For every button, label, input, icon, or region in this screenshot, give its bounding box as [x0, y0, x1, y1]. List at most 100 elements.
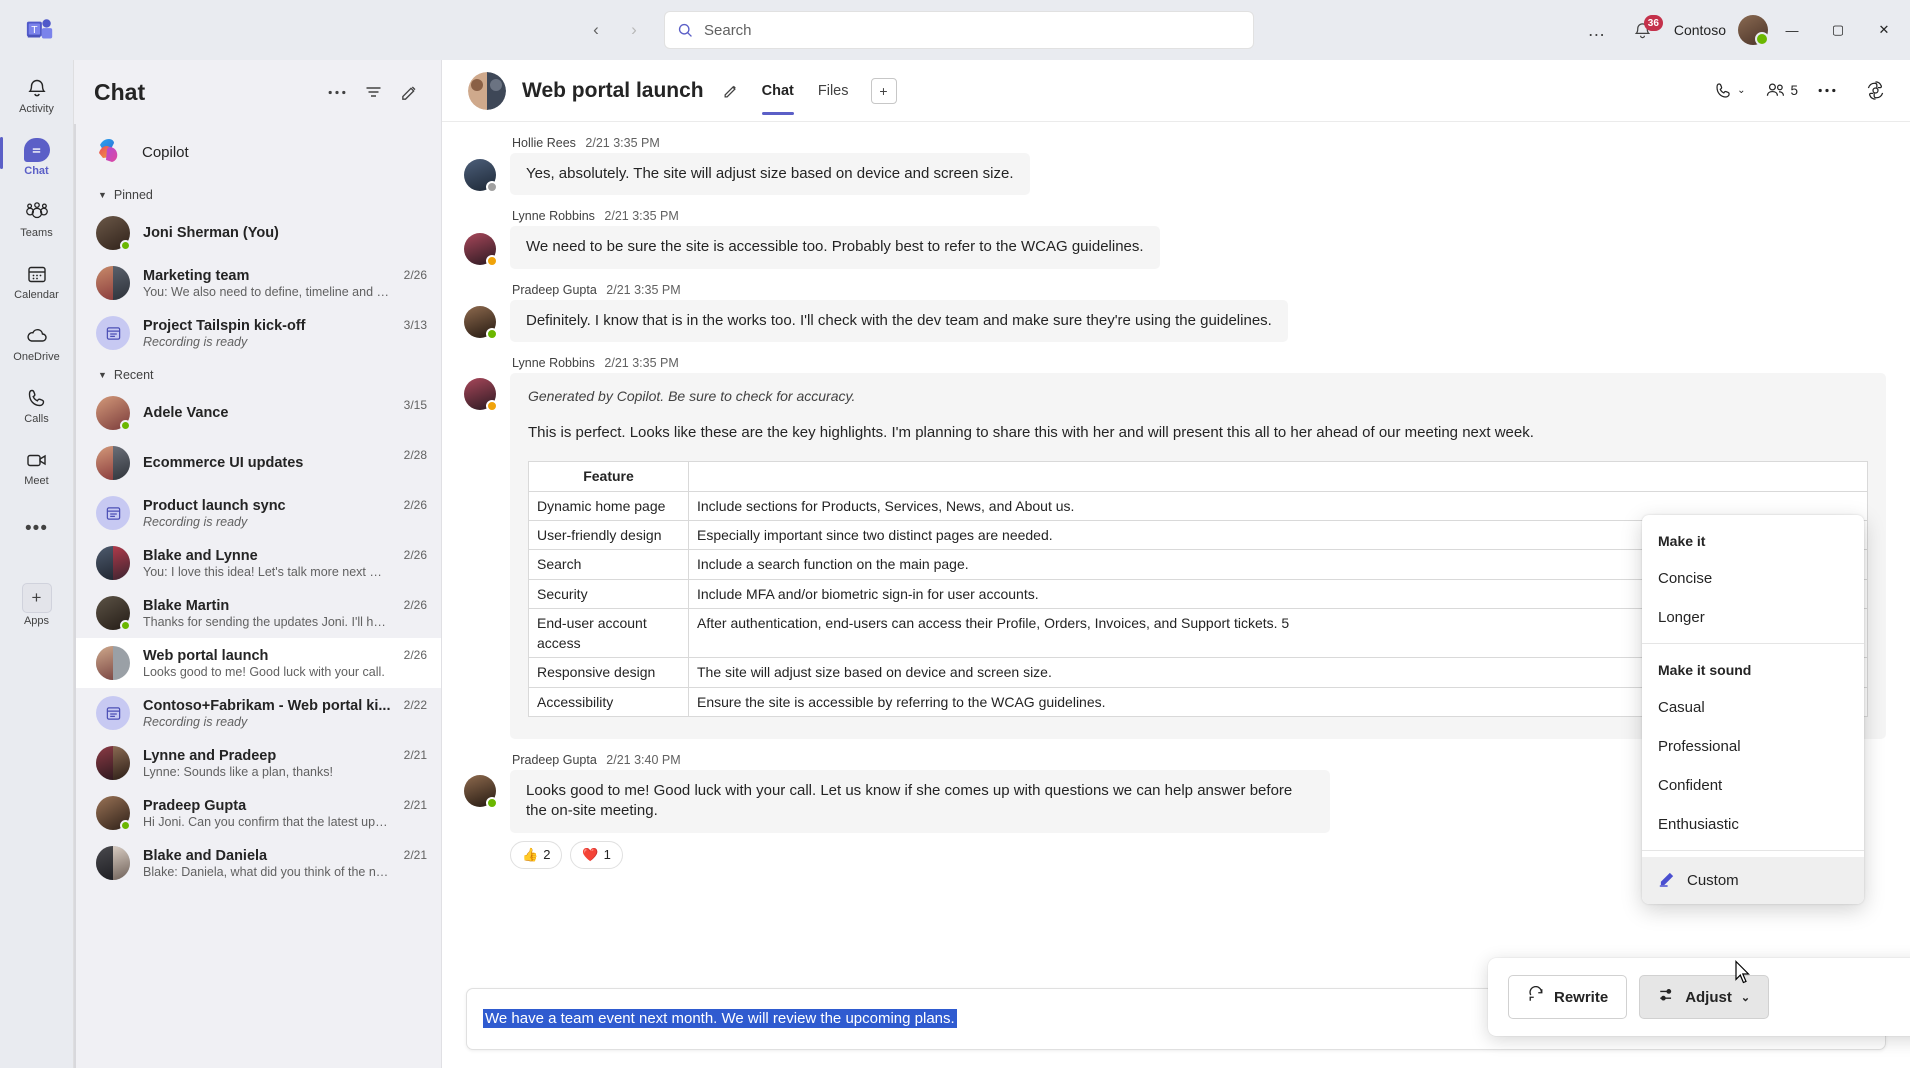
chat-list-item[interactable]: Blake and Daniela Blake: Daniela, what d… [74, 838, 441, 888]
avatar [96, 446, 130, 480]
chat-group-header-recent[interactable]: ▼ Recent [74, 358, 441, 388]
tab-chat[interactable]: Chat [752, 60, 804, 121]
menu-item-professional[interactable]: Professional [1642, 727, 1864, 766]
titlebar-more-button[interactable]: … [1580, 14, 1614, 46]
reaction-heart[interactable]: ❤️ 1 [570, 840, 623, 869]
cloud-icon [24, 323, 50, 349]
copilot-paragraph: This is perfect. Looks like these are th… [528, 423, 1534, 441]
sidebar-item-activity[interactable]: Activity [5, 66, 69, 124]
participants-button[interactable]: 5 [1758, 75, 1805, 107]
chat-item-time: 2/26 [403, 498, 427, 512]
chat-item-preview: Looks good to me! Good luck with your ca… [143, 664, 385, 679]
menu-item-custom[interactable]: Custom [1642, 857, 1864, 904]
message-time: 2/21 3:35 PM [604, 209, 679, 224]
chat-list-item[interactable]: Joni Sherman (You) [74, 208, 441, 258]
sidebar-item-apps[interactable]: + Apps [5, 576, 69, 634]
table-cell: Dynamic home page [528, 490, 689, 521]
sidebar-item-calls[interactable]: Calls [5, 376, 69, 434]
conversation-more-button[interactable] [1811, 75, 1843, 107]
chat-list-more-button[interactable] [321, 76, 353, 108]
chat-item-preview: Thanks for sending the updates Joni. I'l… [143, 614, 391, 629]
chat-list-scroll[interactable]: Copilot ▼ Pinned Joni Sherman (You) Mark… [74, 124, 441, 1068]
add-tab-button[interactable]: + [870, 77, 897, 104]
tab-files[interactable]: Files [808, 60, 859, 121]
close-button[interactable]: ✕ [1862, 0, 1906, 60]
call-chevron-icon: ⌄ [1737, 85, 1746, 96]
chat-list-item[interactable]: Adele Vance 3/15 [74, 388, 441, 438]
adjust-dropdown-menu: Make it Concise Longer Make it sound Cas… [1642, 515, 1864, 904]
message-text: Definitely. I know that is in the works … [510, 299, 1288, 342]
avatar [96, 596, 131, 631]
chat-list-header: Chat [74, 60, 441, 124]
org-name-label: Contoso [1673, 22, 1726, 38]
search-input[interactable]: Search [664, 11, 1254, 49]
chat-list-item[interactable]: Ecommerce UI updates 2/28 [74, 438, 441, 488]
nav-arrows: ‹ › [580, 14, 650, 46]
presence-indicator [486, 327, 498, 340]
avatar [464, 305, 498, 340]
chat-item-preview: You: I love this idea! Let's talk more n… [143, 564, 391, 579]
meeting-icon [96, 316, 130, 350]
chat-item-name: Ecommerce UI updates [143, 455, 304, 471]
menu-item-concise[interactable]: Concise [1642, 559, 1864, 598]
menu-item-enthusiastic[interactable]: Enthusiastic [1642, 805, 1864, 844]
avatar [464, 159, 498, 194]
sidebar-more-button[interactable]: ••• [5, 500, 69, 558]
chat-list-item[interactable]: Blake Martin Thanks for sending the upda… [74, 588, 441, 638]
dropdown-section-title-make-it-sound: Make it sound [1658, 662, 1752, 678]
presence-indicator [120, 420, 131, 431]
avatar [96, 316, 130, 350]
sidebar-item-meet[interactable]: Meet [5, 438, 69, 496]
pencil-icon[interactable] [716, 76, 746, 106]
message-text: Yes, absolutely. The site will adjust si… [510, 153, 1030, 196]
apps-plus-icon: + [21, 583, 52, 613]
sidebar-item-calendar[interactable]: Calendar [5, 252, 69, 310]
avatar [464, 232, 498, 267]
chat-list-item[interactable]: Contoso+Fabrikam - Web portal ki... Reco… [74, 688, 441, 738]
sidebar-item-teams[interactable]: Teams [5, 190, 69, 248]
teams-logo-icon: T [22, 12, 58, 48]
avatar [96, 396, 131, 431]
chat-item-preview: Recording is ready [143, 334, 248, 349]
composer-input-text[interactable]: We have a team event next month. We will… [483, 1009, 957, 1028]
participants-count: 5 [1790, 83, 1798, 98]
rewrite-button[interactable]: Rewrite [1508, 975, 1628, 1019]
chat-list-item[interactable]: Product launch sync Recording is ready 2… [74, 488, 441, 538]
reaction-thumbsup[interactable]: 👍 2 [510, 840, 563, 869]
chat-list-item-copilot[interactable]: Copilot [74, 126, 441, 178]
copilot-icon[interactable] [1857, 75, 1894, 107]
call-button[interactable]: ⌄ [1707, 75, 1752, 107]
sidebar-item-chat[interactable]: Chat [0, 128, 69, 186]
filter-icon[interactable] [357, 76, 389, 108]
sidebar-item-onedrive[interactable]: OneDrive [5, 314, 69, 372]
chat-item-time: 2/21 [403, 848, 427, 862]
menu-item-confident[interactable]: Confident [1642, 766, 1864, 805]
teams-icon [24, 199, 50, 225]
back-button[interactable]: ‹ [580, 14, 612, 46]
chat-list-item-selected[interactable]: Web portal launch Looks good to me! Good… [74, 638, 441, 688]
chat-list-item[interactable]: Lynne and Pradeep Lynne: Sounds like a p… [74, 738, 441, 788]
more-horizontal-icon: ••• [25, 518, 48, 539]
chat-item-name: Lynne and Pradeep [143, 747, 277, 764]
adjust-button[interactable]: Adjust ⌄ [1639, 975, 1770, 1019]
chat-list-item[interactable]: Blake and Lynne You: I love this idea! L… [74, 538, 441, 588]
chat-group-label: Pinned [113, 188, 153, 202]
menu-item-longer[interactable]: Longer [1642, 598, 1864, 637]
chat-list-item[interactable]: Project Tailspin kick-off Recording is r… [74, 308, 441, 358]
chat-group-header-pinned[interactable]: ▼ Pinned [74, 178, 441, 208]
forward-button[interactable]: › [618, 14, 650, 46]
chat-item-name: Project Tailspin kick-off [143, 317, 306, 334]
maximize-button[interactable]: ▢ [1816, 0, 1860, 60]
sidebar-item-label: OneDrive [13, 351, 60, 363]
chat-list-item[interactable]: Marketing team You: We also need to defi… [74, 258, 441, 308]
message-author: Lynne Robbins [512, 209, 595, 224]
notifications-button[interactable]: 36 [1622, 13, 1664, 47]
minimize-button[interactable]: — [1770, 0, 1814, 60]
chat-list-item[interactable]: Pradeep Gupta Hi Joni. Can you confirm t… [74, 788, 441, 838]
titlebar-right-group: … 36 Contoso — ▢ ✕ [1580, 0, 1910, 60]
menu-item-casual[interactable]: Casual [1642, 688, 1864, 727]
user-avatar[interactable] [1738, 15, 1769, 46]
compose-icon[interactable] [393, 76, 425, 108]
message-meta: Lynne Robbins 2/21 3:35 PM [510, 356, 1886, 370]
message: Pradeep Gupta 2/21 3:35 PM Definitely. I… [442, 283, 1910, 342]
